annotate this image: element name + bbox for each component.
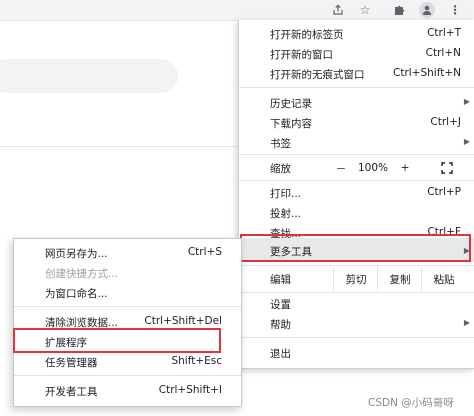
menu-label: 历史记录 (270, 98, 312, 110)
menu-separator (239, 87, 474, 88)
menu-label: 任务管理器 (45, 357, 98, 369)
zoom-in-button[interactable]: + (395, 156, 415, 180)
menu-label: 网页另存为... (45, 248, 108, 260)
menu-item-bookmarks[interactable]: 书签 ▶ (239, 132, 474, 152)
menu-label: 打开新的窗口 (270, 49, 333, 61)
menu-zoom-row: 缩放 － 100% + (239, 156, 474, 180)
menu-item-print[interactable]: 打印... Ctrl+P (239, 182, 474, 202)
menu-label: 打开新的无痕式窗口 (270, 69, 365, 81)
page-divider (0, 146, 240, 147)
zoom-level-value: 100% (357, 162, 389, 174)
menu-shortcut: Ctrl+S (187, 246, 222, 258)
submenu-arrow-icon: ▶ (463, 318, 470, 327)
extensions-puzzle-icon[interactable] (392, 2, 408, 18)
menu-label: 投射... (270, 208, 302, 220)
menu-item-new-tab[interactable]: 打开新的标签页 Ctrl+T (239, 23, 474, 43)
menu-edit-row: 编辑 剪切 复制 粘贴 (239, 267, 474, 291)
submenu-item-create-shortcut: 创建快捷方式... (14, 262, 241, 282)
menu-shortcut: Ctrl+Shift+Del (144, 315, 222, 327)
menu-label: 下载内容 (270, 118, 312, 130)
menu-label: 创建快捷方式... (45, 268, 119, 280)
menu-item-cast[interactable]: 投射... (239, 202, 474, 222)
chrome-main-menu: 打开新的标签页 Ctrl+T 打开新的窗口 Ctrl+N 打开新的无痕式窗口 C… (238, 20, 474, 369)
extensions-highlight-box (13, 328, 221, 353)
menu-item-new-window[interactable]: 打开新的窗口 Ctrl+N (239, 43, 474, 63)
menu-label: 开发者工具 (45, 386, 98, 398)
menu-item-settings[interactable]: 设置 (239, 293, 474, 313)
menu-item-help[interactable]: 帮助 ▶ (239, 313, 474, 333)
share-icon-glyph (333, 4, 343, 15)
menu-item-exit[interactable]: 退出 (239, 342, 474, 362)
menu-shortcut: Ctrl+Shift+N (393, 67, 461, 79)
submenu-arrow-icon: ▶ (463, 137, 470, 146)
menu-shortcut: Ctrl+Shift+I (158, 384, 222, 396)
menu-separator (239, 337, 474, 338)
zoom-label: 缩放 (270, 163, 291, 175)
menu-item-downloads[interactable]: 下载内容 Ctrl+J (239, 112, 474, 132)
copy-button[interactable]: 复制 (377, 267, 422, 291)
watermark-text: CSDN @小码哥呀 (368, 397, 454, 409)
menu-label: 退出 (270, 348, 291, 360)
menu-kebab-icon[interactable]: ⋮ (447, 2, 463, 18)
puzzle-glyph (395, 5, 405, 15)
menu-shortcut: Ctrl+T (427, 27, 461, 39)
menu-item-history[interactable]: 历史记录 ▶ (239, 92, 474, 112)
menu-label: 设置 (270, 299, 291, 311)
edit-label: 编辑 (270, 274, 291, 286)
menu-label: 为窗口命名... (45, 288, 108, 300)
browser-toolbar: ☆ ⋮ (0, 0, 474, 21)
bookmark-star-icon[interactable]: ☆ (357, 2, 373, 18)
share-icon[interactable] (330, 2, 346, 18)
submenu-item-name-window[interactable]: 为窗口命名... (14, 282, 241, 302)
fullscreen-icon (441, 162, 453, 174)
submenu-arrow-icon: ▶ (463, 97, 470, 106)
menu-shortcut: Shift+Esc (171, 355, 222, 367)
profile-avatar-icon[interactable] (419, 2, 435, 18)
menu-label: 书签 (270, 138, 291, 150)
cut-button[interactable]: 剪切 (333, 267, 378, 291)
menu-shortcut: Ctrl+N (425, 47, 461, 59)
more-tools-submenu: 网页另存为... Ctrl+S 创建快捷方式... 为窗口命名... 清除浏览数… (13, 238, 242, 407)
menu-separator (239, 154, 474, 155)
page-search-box[interactable] (0, 59, 178, 93)
menu-separator (239, 265, 474, 266)
submenu-item-task-manager[interactable]: 任务管理器 Shift+Esc (14, 351, 241, 371)
menu-shortcut: Ctrl+J (430, 116, 461, 128)
menu-separator (239, 180, 474, 181)
person-glyph (422, 5, 432, 15)
menu-shortcut: Ctrl+P (427, 186, 461, 198)
menu-separator (14, 375, 241, 376)
menu-label: 打开新的标签页 (270, 29, 344, 41)
submenu-item-save-page[interactable]: 网页另存为... Ctrl+S (14, 242, 241, 262)
menu-label: 帮助 (270, 319, 291, 331)
menu-separator (14, 306, 241, 307)
fullscreen-button[interactable] (437, 156, 457, 180)
zoom-out-button[interactable]: － (331, 156, 351, 180)
menu-label: 打印... (270, 188, 302, 200)
submenu-item-dev-tools[interactable]: 开发者工具 Ctrl+Shift+I (14, 380, 241, 400)
more-tools-highlight-box (240, 234, 471, 262)
paste-button[interactable]: 粘贴 (421, 267, 466, 291)
menu-item-incognito[interactable]: 打开新的无痕式窗口 Ctrl+Shift+N (239, 63, 474, 83)
